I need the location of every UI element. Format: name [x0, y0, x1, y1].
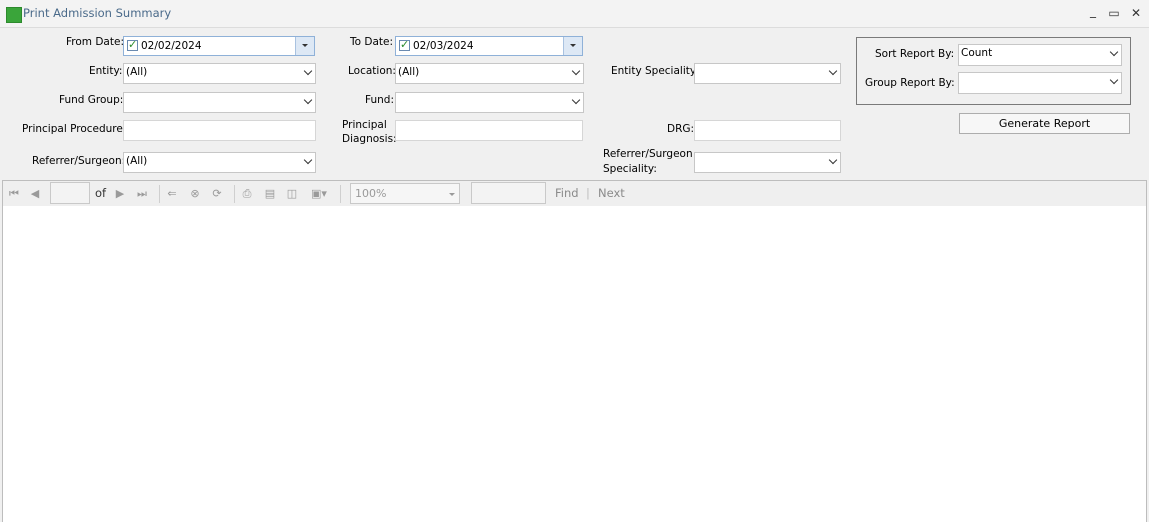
chevron-down-icon — [824, 153, 840, 170]
to-date-dropdown-button[interactable] — [563, 37, 582, 55]
report-viewer-toolbar: ⏮ ◀ of ▶ ⏭ ⇐ ⊗ ⟳ ⎙ ▤ ◫ ▣▾ 100% Find | Ne… — [2, 180, 1147, 206]
entity-speciality-select[interactable] — [694, 63, 841, 84]
referrer-surgeon-speciality-label-line1: Referrer/Surgeon — [603, 148, 693, 160]
last-page-icon[interactable]: ⏭ — [135, 187, 149, 201]
chevron-down-icon — [824, 64, 840, 81]
page-of-label: of — [95, 186, 107, 200]
refresh-icon[interactable]: ⟳ — [210, 187, 224, 201]
previous-page-icon[interactable]: ◀ — [28, 187, 42, 201]
sort-report-by-label: Sort Report By: — [875, 48, 955, 60]
referrer-surgeon-speciality-select[interactable] — [694, 152, 841, 173]
chevron-down-icon — [1105, 73, 1121, 90]
page-number-input[interactable] — [50, 182, 90, 204]
referrer-surgeon-select[interactable]: (All) — [123, 152, 316, 173]
toolbar-separator — [234, 185, 235, 203]
fund-select[interactable] — [395, 92, 584, 113]
to-date-picker[interactable]: ✓ 02/03/2024 — [395, 36, 583, 56]
find-link[interactable]: Find — [555, 186, 579, 200]
to-date-value: 02/03/2024 — [413, 40, 474, 52]
drg-field[interactable] — [694, 120, 841, 141]
toolbar-separator — [159, 185, 160, 203]
export-icon[interactable]: ▣▾ — [308, 187, 330, 201]
drg-label: DRG: — [667, 123, 695, 135]
referrer-surgeon-speciality-label-line2: Speciality: — [603, 163, 657, 175]
zoom-value: 100% — [355, 187, 387, 200]
chevron-down-icon — [299, 64, 315, 81]
from-date-dropdown-button[interactable] — [295, 37, 314, 55]
window-title: Print Admission Summary — [23, 6, 172, 20]
toolbar-separator — [340, 185, 341, 203]
principal-procedure-label: Principal Procedure: — [22, 123, 127, 135]
chevron-down-icon — [567, 64, 583, 81]
maximize-button[interactable]: ▭ — [1105, 5, 1123, 21]
minimize-button[interactable]: _ — [1084, 3, 1102, 19]
app-icon — [6, 7, 22, 23]
fund-group-select[interactable] — [123, 92, 316, 113]
print-icon[interactable]: ⎙ — [240, 187, 254, 201]
print-layout-icon[interactable]: ▤ — [263, 187, 277, 201]
group-report-by-label: Group Report By: — [865, 77, 955, 89]
first-page-icon[interactable]: ⏮ — [7, 187, 21, 201]
group-report-by-select[interactable] — [958, 72, 1122, 94]
find-next-separator: | — [586, 186, 590, 200]
location-value: (All) — [398, 66, 420, 78]
from-date-checkbox[interactable]: ✓ — [127, 38, 138, 51]
report-viewer-area[interactable] — [2, 206, 1147, 522]
sort-report-by-select[interactable]: Count — [958, 44, 1122, 66]
chevron-down-icon — [299, 93, 315, 110]
chevron-down-icon — [1105, 45, 1121, 62]
chevron-down-icon — [567, 93, 583, 110]
entity-value: (All) — [126, 66, 148, 78]
fund-label: Fund: — [365, 94, 394, 106]
location-label: Location: — [348, 65, 396, 77]
next-page-icon[interactable]: ▶ — [113, 187, 127, 201]
sort-report-by-value: Count — [961, 47, 993, 59]
to-date-checkbox[interactable]: ✓ — [399, 38, 410, 51]
referrer-surgeon-label: Referrer/Surgeon: — [32, 155, 126, 167]
page-setup-icon[interactable]: ◫ — [285, 187, 299, 201]
principal-diagnosis-label-line1: Principal — [342, 119, 387, 131]
entity-label: Entity: — [89, 65, 123, 77]
back-icon[interactable]: ⇐ — [165, 187, 179, 201]
zoom-select[interactable]: 100% — [350, 183, 460, 204]
title-bar: Print Admission Summary _ ▭ ✕ — [0, 0, 1149, 28]
entity-speciality-label: Entity Speciality: — [611, 65, 699, 77]
find-text-input[interactable] — [471, 182, 546, 204]
referrer-surgeon-value: (All) — [126, 155, 148, 167]
from-date-picker[interactable]: ✓ 02/02/2024 — [123, 36, 315, 56]
principal-diagnosis-field[interactable] — [395, 120, 583, 141]
fund-group-label: Fund Group: — [59, 94, 124, 106]
from-date-value: 02/02/2024 — [141, 40, 202, 52]
stop-icon[interactable]: ⊗ — [188, 187, 202, 201]
next-link[interactable]: Next — [598, 186, 625, 200]
to-date-label: To Date: — [350, 36, 394, 48]
chevron-down-icon — [449, 193, 455, 196]
close-button[interactable]: ✕ — [1127, 5, 1145, 21]
principal-procedure-field[interactable] — [123, 120, 316, 141]
principal-diagnosis-label-line2: Diagnosis: — [342, 133, 397, 145]
generate-report-button[interactable]: Generate Report — [959, 113, 1130, 134]
from-date-label: From Date: — [66, 36, 124, 48]
entity-select[interactable]: (All) — [123, 63, 316, 84]
location-select[interactable]: (All) — [395, 63, 584, 84]
chevron-down-icon — [299, 153, 315, 170]
